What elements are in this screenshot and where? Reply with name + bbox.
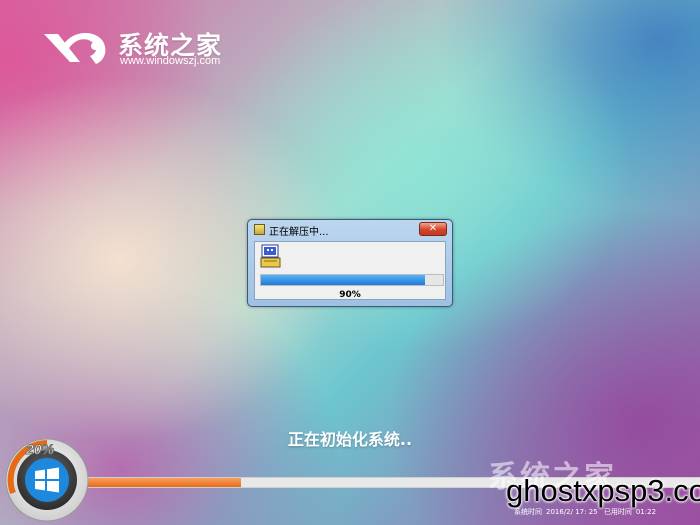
bottom-progress-fill (88, 478, 241, 487)
dialog-progress-bar (260, 274, 444, 286)
dialog-body: 90% (254, 241, 446, 300)
close-button[interactable]: ✕ (419, 222, 447, 236)
status-text: 正在初始化系统.. (287, 430, 413, 449)
close-icon: ✕ (428, 223, 438, 234)
status-footer: 系统时间 2016/2/ 17: 25 已用时间 01:22 (514, 507, 700, 517)
dialog-title: 正在解压中... (269, 227, 329, 238)
dialog-progress-text: 90% (339, 290, 361, 300)
logo-icon (44, 33, 106, 64)
extract-dialog: 正在解压中... ✕ 90% (247, 219, 453, 307)
badge-percent: 20% (25, 441, 55, 458)
system-time-value: 2016/2/ 17: 25 (546, 508, 598, 516)
elapsed-value: 01:22 (635, 508, 657, 516)
dialog-progress-fill (261, 275, 425, 285)
logo: 系统之家 www.windowszj.com (40, 24, 250, 74)
dialog-titlebar[interactable]: 正在解压中... ✕ (248, 220, 452, 240)
app-icon (260, 244, 281, 268)
elapsed-label: 已用时间 (603, 508, 632, 516)
system-time-label: 系统时间 (514, 508, 542, 516)
logo-url: www.windowszj.com (120, 55, 221, 67)
watermark: ghostxpsp3.com (506, 473, 700, 508)
archive-icon (254, 224, 265, 235)
